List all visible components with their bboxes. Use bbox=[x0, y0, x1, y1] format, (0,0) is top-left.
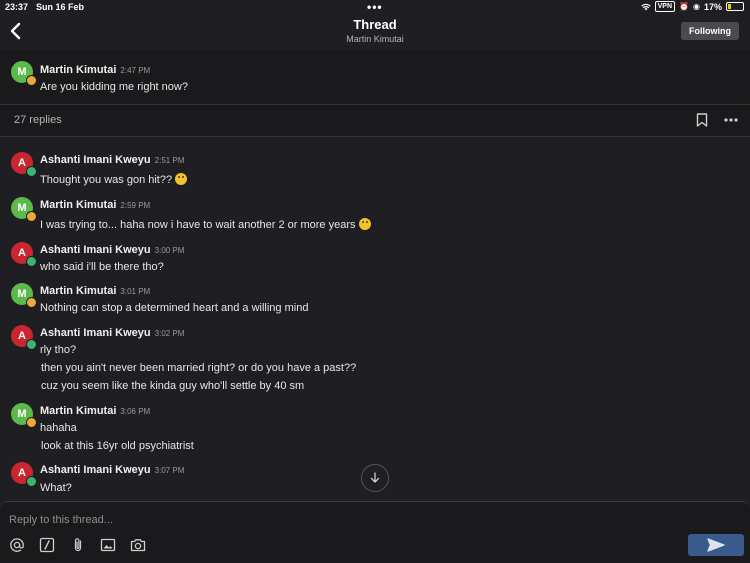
more-options-icon[interactable] bbox=[723, 117, 739, 123]
reply-input[interactable] bbox=[9, 513, 609, 527]
status-bar: 23:37 Sun 16 Feb ••• VPN ⏰ ◉ 17% bbox=[0, 0, 750, 14]
page-subtitle: Martin Kimutai bbox=[346, 34, 404, 44]
message-text: I was trying to... haha now i have to wa… bbox=[40, 218, 371, 231]
timestamp: 2:51 PM bbox=[154, 156, 185, 165]
original-post bbox=[0, 50, 750, 105]
replies-count: 27 replies bbox=[14, 114, 62, 126]
battery-percent: 17% bbox=[703, 1, 722, 12]
timestamp: 2:47 PM bbox=[120, 66, 151, 75]
author-name[interactable]: Martin Kimutai 2:59 PM bbox=[40, 199, 150, 211]
message-text: Are you kidding me right now? bbox=[40, 81, 188, 93]
slash-command-icon[interactable] bbox=[39, 537, 55, 553]
thread-header: Thread Martin Kimutai Following bbox=[0, 14, 750, 50]
timestamp: 2:59 PM bbox=[120, 201, 151, 210]
following-button[interactable]: Following bbox=[681, 22, 739, 40]
away-status-icon bbox=[26, 211, 37, 222]
message-text: hahaha bbox=[40, 422, 77, 434]
arrow-down-icon bbox=[370, 472, 380, 483]
author-label: Ashanti Imani Kweyu bbox=[40, 327, 151, 339]
author-label: Martin Kimutai bbox=[40, 285, 117, 297]
author-label: Ashanti Imani Kweyu bbox=[40, 154, 151, 166]
author-name[interactable]: Martin Kimutai 2:47 PM bbox=[40, 64, 150, 76]
multitasking-dots-icon[interactable]: ••• bbox=[367, 0, 383, 14]
message-text: rly tho? bbox=[40, 344, 77, 356]
attachment-icon[interactable] bbox=[70, 537, 86, 553]
author-name[interactable]: Ashanti Imani Kweyu 2:51 PM bbox=[40, 154, 184, 166]
author-label: Martin Kimutai bbox=[40, 64, 117, 76]
author-name[interactable]: Martin Kimutai 3:01 PM bbox=[40, 285, 150, 297]
author-name[interactable]: Ashanti Imani Kweyu 3:07 PM bbox=[40, 464, 184, 476]
send-button[interactable] bbox=[688, 534, 744, 556]
mention-icon[interactable] bbox=[9, 537, 25, 553]
author-name[interactable]: Martin Kimutai 3:06 PM bbox=[40, 405, 150, 417]
smiling-emoji-icon bbox=[358, 218, 371, 230]
message-line: Thought you was gon hit?? bbox=[40, 174, 173, 186]
replies-bar: 27 replies bbox=[0, 105, 750, 137]
message-text: look at this 16yr old psychiatrist bbox=[41, 440, 194, 452]
author-label: Ashanti Imani Kweyu bbox=[40, 244, 151, 256]
timestamp: 3:06 PM bbox=[120, 407, 151, 416]
author-label: Martin Kimutai bbox=[40, 405, 117, 417]
away-status-icon bbox=[26, 297, 37, 308]
message-text: cuz you seem like the kinda guy who'll s… bbox=[41, 380, 305, 392]
author-name[interactable]: Ashanti Imani Kweyu 3:02 PM bbox=[40, 327, 184, 339]
message-text: who said i'll be there tho? bbox=[40, 261, 164, 273]
vpn-badge: VPN bbox=[654, 1, 676, 12]
timestamp: 3:07 PM bbox=[154, 466, 185, 475]
battery-icon bbox=[726, 2, 744, 11]
timestamp: 3:02 PM bbox=[154, 329, 185, 338]
online-status-icon bbox=[26, 166, 37, 177]
timestamp: 3:01 PM bbox=[120, 287, 151, 296]
scroll-to-bottom-button[interactable] bbox=[361, 464, 389, 492]
status-icons: VPN ⏰ ◉ 17% bbox=[640, 1, 744, 12]
author-label: Ashanti Imani Kweyu bbox=[40, 464, 151, 476]
image-icon[interactable] bbox=[100, 537, 116, 553]
camera-icon[interactable] bbox=[130, 537, 146, 553]
author-name[interactable]: Ashanti Imani Kweyu 3:00 PM bbox=[40, 244, 184, 256]
message-text: Thought you was gon hit?? bbox=[40, 173, 188, 186]
message-text: What? bbox=[40, 482, 72, 494]
online-status-icon bbox=[26, 256, 37, 267]
online-status-icon bbox=[26, 476, 37, 487]
online-status-icon bbox=[26, 339, 37, 350]
alarm-icon: ⏰ bbox=[679, 2, 689, 11]
rotation-lock-icon: ◉ bbox=[693, 2, 700, 11]
reply-composer bbox=[0, 501, 750, 563]
message-line: I was trying to... haha now i have to wa… bbox=[40, 219, 356, 231]
page-title: Thread bbox=[353, 17, 397, 32]
away-status-icon bbox=[26, 417, 37, 428]
message-text: Nothing can stop a determined heart and … bbox=[40, 302, 309, 314]
send-icon bbox=[707, 538, 725, 552]
status-time: 23:37 bbox=[5, 2, 29, 12]
status-date: Sun 16 Feb bbox=[36, 2, 85, 12]
wifi-icon bbox=[640, 3, 651, 10]
grinning-emoji-icon bbox=[175, 173, 188, 185]
bookmark-icon[interactable] bbox=[696, 113, 708, 127]
timestamp: 3:00 PM bbox=[154, 246, 185, 255]
author-label: Martin Kimutai bbox=[40, 199, 117, 211]
message-text: then you ain't never been married right?… bbox=[41, 362, 357, 374]
away-status-icon bbox=[26, 75, 37, 86]
